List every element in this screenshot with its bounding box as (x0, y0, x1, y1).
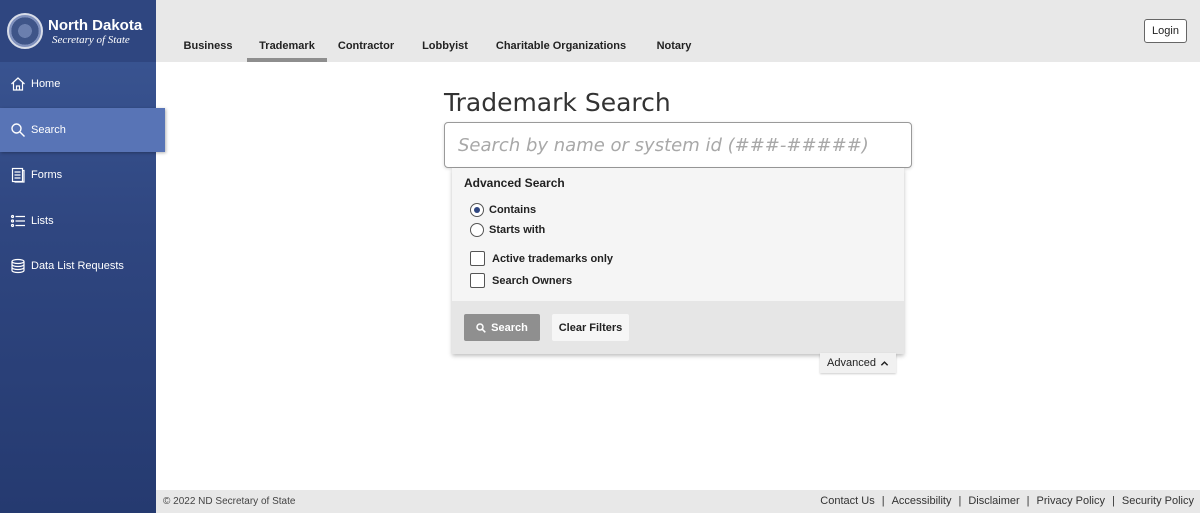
search-icon (476, 322, 486, 333)
checkbox-label: Search Owners (492, 274, 573, 287)
tab-notary[interactable]: Notary (646, 0, 702, 62)
tab-charitable-organizations[interactable]: Charitable Organizations (490, 0, 632, 62)
footer-separator: | (1026, 495, 1030, 507)
sidebar-item-forms[interactable]: Forms (0, 153, 156, 197)
clear-filters-button[interactable]: Clear Filters (552, 314, 629, 341)
advanced-search-footer: Search Clear Filters (452, 301, 904, 354)
sidebar-item-label: Data List Requests (31, 260, 124, 272)
sidebar-item-search[interactable]: Search (0, 107, 165, 152)
sidebar-item-label: Home (31, 78, 61, 90)
login-button[interactable]: Login (1144, 19, 1187, 43)
radio-label: Contains (489, 204, 537, 216)
advanced-search-title: Advanced Search (464, 176, 565, 190)
sidebar-item-data-list-requests[interactable]: Data List Requests (0, 244, 156, 288)
tab-lobbyist[interactable]: Lobbyist (416, 0, 474, 62)
sidebar-item-label: Lists (31, 214, 54, 227)
sidebar-item-label: Forms (31, 169, 63, 181)
footer-link-security-policy[interactable]: Security Policy (1122, 495, 1194, 507)
checkbox[interactable] (470, 251, 485, 266)
checkbox-label: Active trademarks only (492, 252, 614, 265)
footer-link-contact-us[interactable]: Contact Us (820, 495, 874, 507)
footer-link-accessibility[interactable]: Accessibility (892, 495, 952, 507)
radio-button-checked[interactable] (470, 203, 484, 217)
brand[interactable]: North Dakota Secretary of State (0, 0, 156, 62)
brand-text: North Dakota Secretary of State (48, 17, 142, 46)
footer: © 2022 ND Secretary of State Contact Us … (156, 490, 1200, 513)
footer-links: Contact Us | Accessibility | Disclaimer … (820, 495, 1194, 507)
sidebar-item-label: Search (31, 123, 66, 136)
radio-label: Starts with (489, 224, 546, 236)
sidebar-item-home[interactable]: Home (0, 62, 156, 106)
database-icon (10, 258, 26, 274)
checkbox-search-owners[interactable]: Search Owners (470, 273, 572, 288)
footer-link-disclaimer[interactable]: Disclaimer (968, 495, 1019, 507)
list-icon (10, 213, 26, 229)
advanced-toggle-button[interactable]: Advanced (820, 353, 896, 373)
radio-contains[interactable]: Contains (470, 203, 536, 217)
tab-business[interactable]: Business (178, 0, 238, 62)
chevron-up-icon (880, 360, 889, 366)
footer-separator: | (1112, 495, 1115, 507)
search-button[interactable]: Search (464, 314, 540, 341)
footer-separator: | (958, 495, 962, 507)
search-icon (10, 122, 26, 138)
search-button-label: Search (491, 321, 528, 334)
advanced-search-panel: Advanced Search Contains Starts with Act… (452, 168, 904, 354)
copyright-text: © 2022 ND Secretary of State (163, 496, 296, 507)
forms-icon (10, 167, 26, 183)
sidebar-item-lists[interactable]: Lists (0, 199, 156, 243)
state-seal-icon (7, 13, 43, 49)
advanced-toggle-label: Advanced (827, 357, 876, 369)
sidebar: North Dakota Secretary of State Home Sea… (0, 0, 165, 513)
page-title: Trademark Search (444, 88, 671, 117)
top-nav: Business Trademark Contractor Lobbyist C… (156, 0, 1200, 62)
tab-trademark[interactable]: Trademark (247, 0, 327, 62)
brand-subtitle: Secretary of State (52, 33, 130, 46)
radio-starts-with[interactable]: Starts with (470, 223, 545, 237)
home-icon (10, 76, 26, 92)
brand-title: North Dakota (48, 16, 143, 34)
footer-separator: | (881, 495, 885, 507)
tab-contractor[interactable]: Contractor (334, 0, 398, 62)
checkbox[interactable] (470, 273, 485, 288)
radio-button[interactable] (470, 223, 484, 237)
search-input[interactable] (444, 122, 912, 168)
footer-link-privacy-policy[interactable]: Privacy Policy (1037, 495, 1105, 507)
checkbox-active-trademarks-only[interactable]: Active trademarks only (470, 251, 613, 266)
